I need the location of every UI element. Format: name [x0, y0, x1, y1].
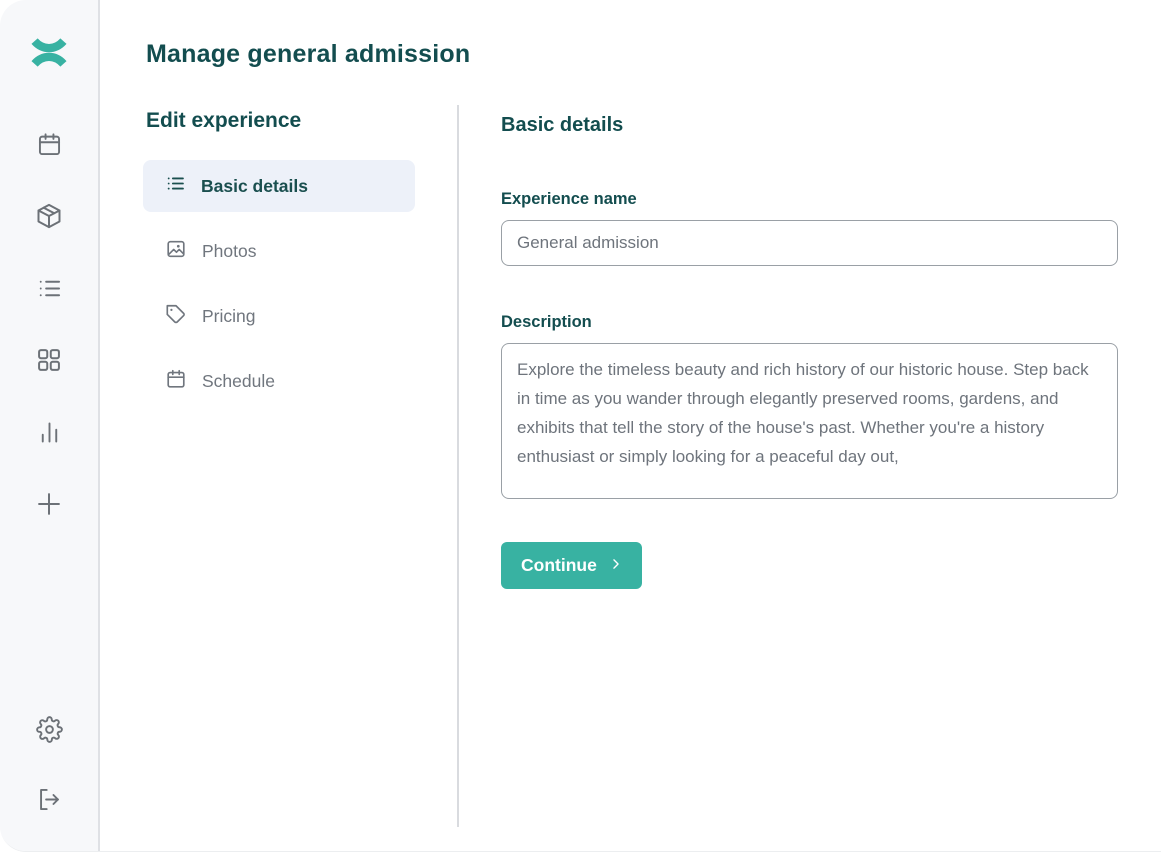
menu-item-label: Schedule — [202, 371, 275, 392]
menu-item-schedule[interactable]: Schedule — [143, 355, 415, 407]
bar-chart-icon[interactable] — [35, 418, 63, 446]
tag-icon — [165, 303, 187, 330]
menu-item-pricing[interactable]: Pricing — [143, 290, 415, 342]
rail-nav — [35, 130, 63, 518]
page-title: Manage general admission — [146, 40, 1161, 69]
rail-bottom — [35, 715, 63, 813]
main-area: Manage general admission Edit experience — [100, 0, 1161, 851]
settings-icon[interactable] — [35, 715, 63, 743]
edit-experience-panel: Edit experience Basic details — [146, 109, 457, 827]
list-icon[interactable] — [35, 274, 63, 302]
continue-button[interactable]: Continue — [501, 542, 642, 589]
basic-details-form: Basic details Experience name Descriptio… — [459, 109, 1118, 827]
form-heading: Basic details — [501, 114, 1118, 137]
description-textarea[interactable]: Explore the timeless beauty and rich his… — [501, 343, 1118, 499]
menu-item-label: Photos — [202, 241, 256, 262]
xola-logo-icon[interactable] — [31, 36, 67, 74]
plus-icon[interactable] — [35, 490, 63, 518]
experience-name-input[interactable] — [501, 220, 1118, 266]
image-icon — [165, 238, 187, 265]
menu-item-label: Basic details — [201, 176, 308, 197]
menu-item-basic-details[interactable]: Basic details — [143, 160, 415, 212]
chevron-right-icon — [609, 555, 623, 576]
calendar-icon[interactable] — [35, 130, 63, 158]
logout-icon[interactable] — [35, 785, 63, 813]
menu-item-label: Pricing — [202, 306, 256, 327]
calendar-icon — [165, 368, 187, 395]
app-window: Manage general admission Edit experience — [0, 0, 1161, 852]
icon-rail — [0, 0, 100, 851]
experience-name-label: Experience name — [501, 190, 1118, 209]
list-icon — [165, 173, 186, 199]
edit-experience-heading: Edit experience — [146, 109, 457, 133]
description-label: Description — [501, 313, 1118, 332]
menu-item-photos[interactable]: Photos — [143, 225, 415, 277]
edit-experience-menu: Basic details Photos — [143, 160, 415, 407]
package-icon[interactable] — [35, 202, 63, 230]
continue-button-label: Continue — [521, 555, 597, 576]
grid-icon[interactable] — [35, 346, 63, 374]
